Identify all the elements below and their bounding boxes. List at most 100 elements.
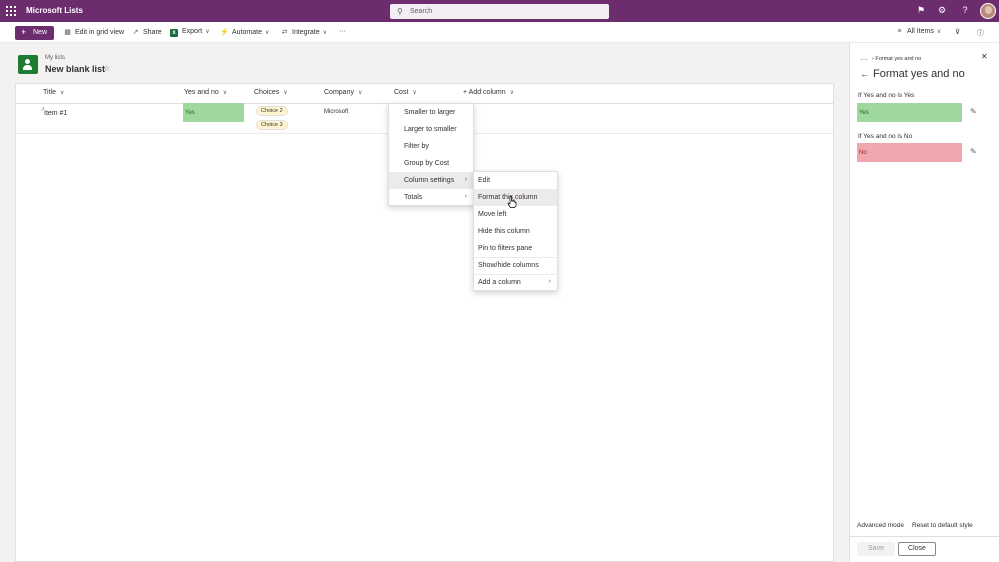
favorite-star-icon[interactable]: ☆ (103, 64, 110, 73)
chevron-down-icon: ∨ (357, 90, 363, 96)
app-title[interactable]: Microsoft Lists (26, 6, 83, 15)
share-button[interactable]: ↗ Share (131, 28, 162, 36)
edit-style-icon[interactable]: ✎ (970, 107, 977, 116)
avatar[interactable] (980, 3, 996, 19)
chevron-down-icon: ∨ (222, 90, 228, 96)
app-header: Microsoft Lists ⚲ Search ⚑ ⚙ ? (0, 0, 999, 22)
view-list-icon: ≡ (897, 28, 902, 35)
automate-button[interactable]: ⚡ Automate ∨ (220, 28, 269, 36)
column-header-label: Add column (468, 89, 506, 96)
panel-breadcrumb-label: Format yes and no (875, 56, 922, 62)
menu-item-label: Show/hide columns (478, 262, 539, 269)
menu-item-smaller-to-larger[interactable]: Smaller to larger (389, 104, 473, 121)
chevron-down-icon: ∨ (509, 90, 515, 96)
list-icon (18, 55, 38, 74)
new-button-label: New (33, 29, 48, 36)
search-icon: ⚲ (397, 7, 403, 16)
panel-breadcrumb: › Format yes and no (872, 56, 921, 62)
menu-item-label: Move left (478, 211, 507, 218)
plus-icon: + (21, 27, 27, 37)
menu-item-filter-by[interactable]: Filter by (389, 138, 473, 155)
hand-cursor-icon (507, 196, 517, 208)
gear-icon[interactable]: ⚙ (936, 5, 948, 16)
column-header-label: Choices (254, 89, 280, 96)
submenu-item-pin-to-filters[interactable]: Pin to filters pane (474, 240, 557, 257)
menu-item-label: Edit (478, 177, 491, 184)
submenu-item-move-left[interactable]: Move left (474, 206, 557, 223)
menu-item-label: Filter by (404, 143, 429, 150)
view-selector[interactable]: ≡ All Items ∨ (895, 28, 941, 35)
column-header-choices[interactable]: Choices ∨ (254, 89, 288, 96)
export-label: Export (182, 28, 203, 35)
integrate-button[interactable]: ⇄ Integrate ∨ (280, 28, 327, 36)
column-header-title[interactable]: Title ∨ (43, 89, 64, 96)
rule-preview-value: No (859, 150, 867, 156)
chevron-down-icon: ∨ (59, 90, 65, 96)
excel-icon: x (170, 29, 178, 37)
edit-style-icon[interactable]: ✎ (970, 147, 977, 156)
chevron-down-icon: ∨ (322, 30, 328, 36)
submenu-item-add-column[interactable]: Add a column › (474, 274, 557, 291)
yes-no-value: Yes (185, 110, 195, 116)
help-icon[interactable]: ? (959, 5, 971, 15)
chevron-right-icon: › (548, 278, 551, 285)
menu-item-label: Add a column (478, 279, 521, 286)
submenu-item-hide-column[interactable]: Hide this column (474, 223, 557, 240)
close-icon[interactable]: ✕ (981, 52, 988, 61)
search-box[interactable]: ⚲ Search (390, 4, 609, 19)
menu-item-totals[interactable]: Totals › (389, 189, 473, 206)
page-title[interactable]: New blank list (45, 64, 105, 74)
rule-preview-no[interactable]: No (857, 143, 962, 162)
menu-item-group-by[interactable]: Group by Cost (389, 155, 473, 172)
save-button[interactable]: Save (857, 542, 895, 556)
export-button[interactable]: x Export ∨ (170, 28, 210, 37)
chevron-down-icon: ∨ (412, 90, 417, 96)
column-header-label: Company (324, 89, 354, 96)
view-label: All Items (907, 28, 934, 35)
breadcrumb[interactable]: My lists (45, 55, 65, 61)
chevron-right-icon: › (464, 176, 467, 183)
submenu-item-show-hide-columns[interactable]: Show/hide columns (474, 257, 557, 274)
company-cell[interactable]: Microsoft (324, 109, 348, 115)
panel-more-icon[interactable]: ··· (860, 55, 868, 64)
column-settings-submenu: Edit Format this column Move left Hide t… (473, 171, 558, 291)
info-icon[interactable]: ⓘ (977, 28, 984, 38)
column-header-yes-and-no[interactable]: Yes and no ∨ (184, 89, 227, 96)
chevron-down-icon: ∨ (283, 90, 288, 96)
new-button[interactable]: + New (15, 26, 54, 40)
command-bar: + New ▦ Edit in grid view ↗ Share x Export ∨… (0, 22, 999, 43)
menu-item-label: Totals (404, 194, 423, 201)
add-column-button[interactable]: + Add column ∨ (463, 89, 514, 96)
menu-item-label: Larger to smaller (404, 126, 457, 133)
panel-title: Format yes and no (873, 68, 965, 80)
column-context-menu: Smaller to larger Larger to smaller Filt… (388, 103, 474, 206)
choice-pill: Choice 2 (256, 106, 288, 116)
row-title[interactable]: Item #1 (44, 110, 67, 117)
close-button[interactable]: Close (898, 542, 936, 556)
column-header-company[interactable]: Company ∨ (324, 89, 362, 96)
app-launcher-icon[interactable] (6, 6, 16, 16)
edit-grid-view-button[interactable]: ▦ Edit in grid view (63, 28, 124, 36)
filter-icon[interactable]: ⊽ (955, 28, 960, 36)
menu-item-column-settings[interactable]: Column settings › (389, 172, 473, 189)
yes-no-cell[interactable]: Yes (183, 103, 244, 122)
more-commands-button[interactable]: ··· (339, 28, 346, 35)
share-label: Share (143, 29, 162, 36)
grid-icon: ▦ (64, 29, 71, 36)
menu-item-label: Smaller to larger (404, 109, 456, 116)
chevron-down-icon: ∨ (264, 30, 270, 36)
flag-icon[interactable]: ⚑ (915, 5, 927, 16)
back-arrow-icon[interactable]: ← (860, 69, 869, 79)
column-header-cost[interactable]: Cost ∨ (394, 89, 417, 96)
search-placeholder: Search (410, 7, 433, 15)
reset-style-link[interactable]: Reset to default style (912, 522, 973, 529)
automate-label: Automate (232, 29, 262, 36)
automate-icon: ⚡ (220, 29, 229, 36)
menu-item-larger-to-smaller[interactable]: Larger to smaller (389, 121, 473, 138)
submenu-item-edit[interactable]: Edit (474, 172, 557, 189)
rule-label-no: If Yes and no is No (858, 133, 913, 140)
advanced-mode-link[interactable]: Advanced mode (857, 522, 904, 529)
rule-preview-yes[interactable]: Yes (857, 103, 962, 122)
column-header-label: Cost (394, 89, 409, 96)
panel-footer-divider (849, 536, 999, 537)
